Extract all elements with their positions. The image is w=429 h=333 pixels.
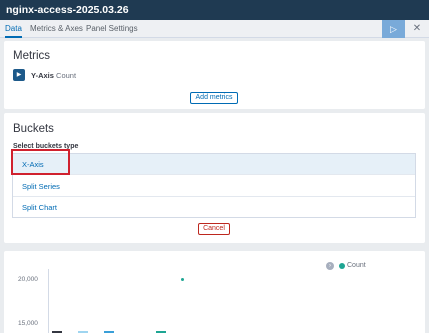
buckets-panel: Buckets Select buckets type X-Axis Split… (4, 113, 425, 243)
chart-data-point (181, 278, 184, 281)
play-icon: ▷ (390, 24, 397, 34)
tab-metrics-axes[interactable]: Metrics & Axes (30, 20, 83, 38)
editor-tabs: Data Metrics & Axes Panel Settings (0, 20, 429, 38)
legend-toggle-icon[interactable]: › (326, 262, 334, 270)
bucket-type-list: X-Axis Split Series Split Chart (12, 153, 416, 218)
close-button[interactable]: ✕ (407, 20, 427, 38)
metrics-title: Metrics (13, 50, 51, 62)
add-metrics-button[interactable]: Add metrics (190, 92, 238, 104)
cancel-button[interactable]: Cancel (198, 223, 230, 235)
apply-button[interactable]: ▷ (382, 20, 405, 38)
y-axis-line (48, 269, 49, 333)
buckets-title: Buckets (13, 123, 54, 135)
chevron-right-icon: ▶ (16, 72, 22, 78)
bucket-option-split-chart[interactable]: Split Chart (13, 197, 415, 218)
expand-metric-button[interactable]: ▶ (13, 69, 25, 81)
bucket-option-x-axis[interactable]: X-Axis (13, 154, 415, 175)
y-tick-label: 15,000 (18, 320, 38, 327)
tab-data[interactable]: Data (5, 20, 22, 38)
chart-preview: › Count 20,000 15,000 (4, 251, 425, 333)
window-title: nginx-access-2025.03.26 (0, 0, 429, 20)
metric-value: Count (56, 71, 77, 80)
close-icon: ✕ (412, 23, 422, 34)
metrics-panel: Metrics ▶ Y-Axis Count Add metrics (4, 41, 425, 109)
select-buckets-label: Select buckets type (13, 143, 79, 150)
legend-color-dot (339, 263, 345, 269)
bucket-option-split-series[interactable]: Split Series (13, 176, 415, 197)
metric-name: Y-Axis (31, 71, 54, 80)
metric-item[interactable]: Y-Axis Count (31, 71, 76, 80)
tab-panel-settings[interactable]: Panel Settings (86, 20, 138, 38)
y-tick-label: 20,000 (18, 276, 38, 283)
legend-label[interactable]: Count (347, 262, 366, 269)
